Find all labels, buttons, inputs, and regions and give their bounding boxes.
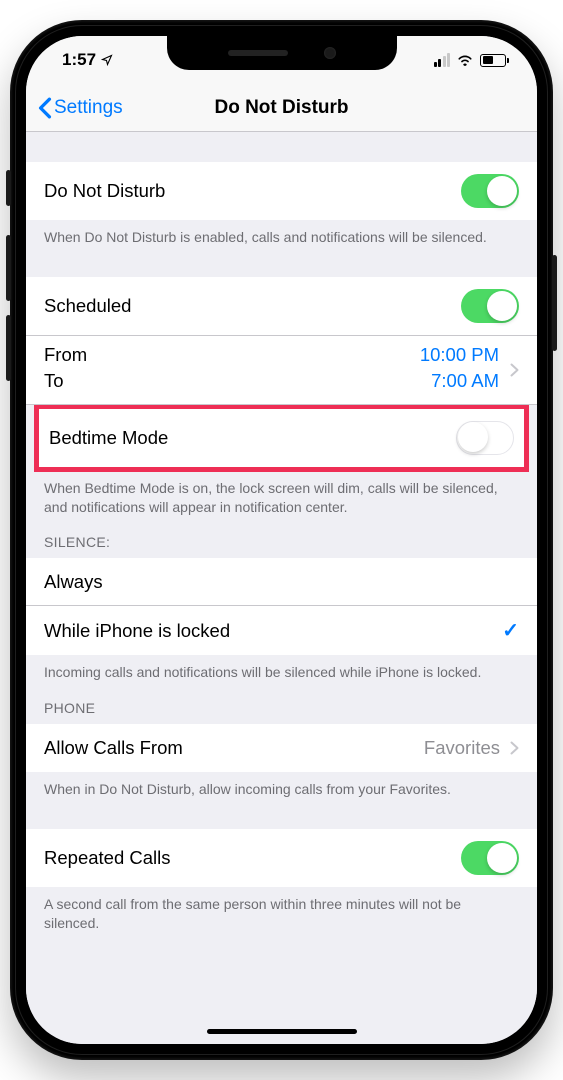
checkmark-icon: ✓ [502, 618, 519, 643]
scheduled-time-cell[interactable]: From 10:00 PM To 7:00 AM [26, 336, 537, 405]
bedtime-toggle-cell[interactable]: Bedtime Mode [39, 409, 524, 467]
power-button [552, 255, 557, 351]
nav-bar: Settings Do Not Disturb [26, 84, 537, 132]
dnd-footer: When Do Not Disturb is enabled, calls an… [26, 220, 537, 247]
dnd-toggle[interactable] [461, 174, 519, 208]
bedtime-toggle[interactable] [456, 421, 514, 455]
scheduled-to-value: 7:00 AM [431, 368, 499, 394]
repeated-calls-footer: A second call from the same person withi… [26, 887, 537, 933]
silence-always-cell[interactable]: Always [26, 558, 537, 606]
highlight-annotation: Bedtime Mode [34, 404, 529, 472]
volume-up-button [6, 235, 11, 301]
scheduled-to-label: To [44, 368, 64, 394]
chevron-right-icon [510, 363, 519, 377]
scheduled-from-value: 10:00 PM [420, 342, 499, 368]
status-time: 1:57 [62, 50, 96, 70]
cellular-signal-icon [434, 53, 451, 67]
scheduled-toggle[interactable] [461, 289, 519, 323]
allow-calls-value: Favorites [424, 737, 500, 759]
content-scroll[interactable]: Do Not Disturb When Do Not Disturb is en… [26, 132, 537, 1044]
chevron-right-icon [510, 741, 519, 755]
phone-frame: 1:57 Settings Do Not Disturb [10, 20, 553, 1060]
battery-icon [480, 54, 509, 67]
notch-camera [324, 47, 336, 59]
volume-down-button [6, 315, 11, 381]
phone-header: PHONE [26, 682, 537, 724]
allow-calls-footer: When in Do Not Disturb, allow incoming c… [26, 772, 537, 799]
chevron-left-icon [38, 97, 52, 119]
scheduled-label: Scheduled [44, 295, 461, 317]
mute-switch [6, 170, 11, 206]
silence-locked-label: While iPhone is locked [44, 620, 502, 642]
wifi-icon [456, 53, 474, 67]
repeated-calls-label: Repeated Calls [44, 847, 461, 869]
bedtime-footer: When Bedtime Mode is on, the lock screen… [26, 471, 537, 517]
home-indicator[interactable] [207, 1029, 357, 1034]
scheduled-toggle-cell[interactable]: Scheduled [26, 277, 537, 336]
dnd-label: Do Not Disturb [44, 180, 461, 202]
dnd-toggle-cell[interactable]: Do Not Disturb [26, 162, 537, 220]
location-icon [101, 54, 113, 66]
silence-locked-cell[interactable]: While iPhone is locked ✓ [26, 606, 537, 655]
allow-calls-cell[interactable]: Allow Calls From Favorites [26, 724, 537, 772]
silence-always-label: Always [44, 571, 519, 593]
silence-header: SILENCE: [26, 516, 537, 558]
scheduled-from-label: From [44, 342, 87, 368]
allow-calls-label: Allow Calls From [44, 737, 424, 759]
back-label: Settings [54, 97, 123, 119]
silence-footer: Incoming calls and notifications will be… [26, 655, 537, 682]
notch [167, 36, 397, 70]
bedtime-label: Bedtime Mode [49, 427, 456, 449]
back-button[interactable]: Settings [38, 97, 123, 119]
screen: 1:57 Settings Do Not Disturb [26, 36, 537, 1044]
repeated-calls-toggle[interactable] [461, 841, 519, 875]
notch-speaker [228, 50, 288, 56]
repeated-calls-cell[interactable]: Repeated Calls [26, 829, 537, 887]
